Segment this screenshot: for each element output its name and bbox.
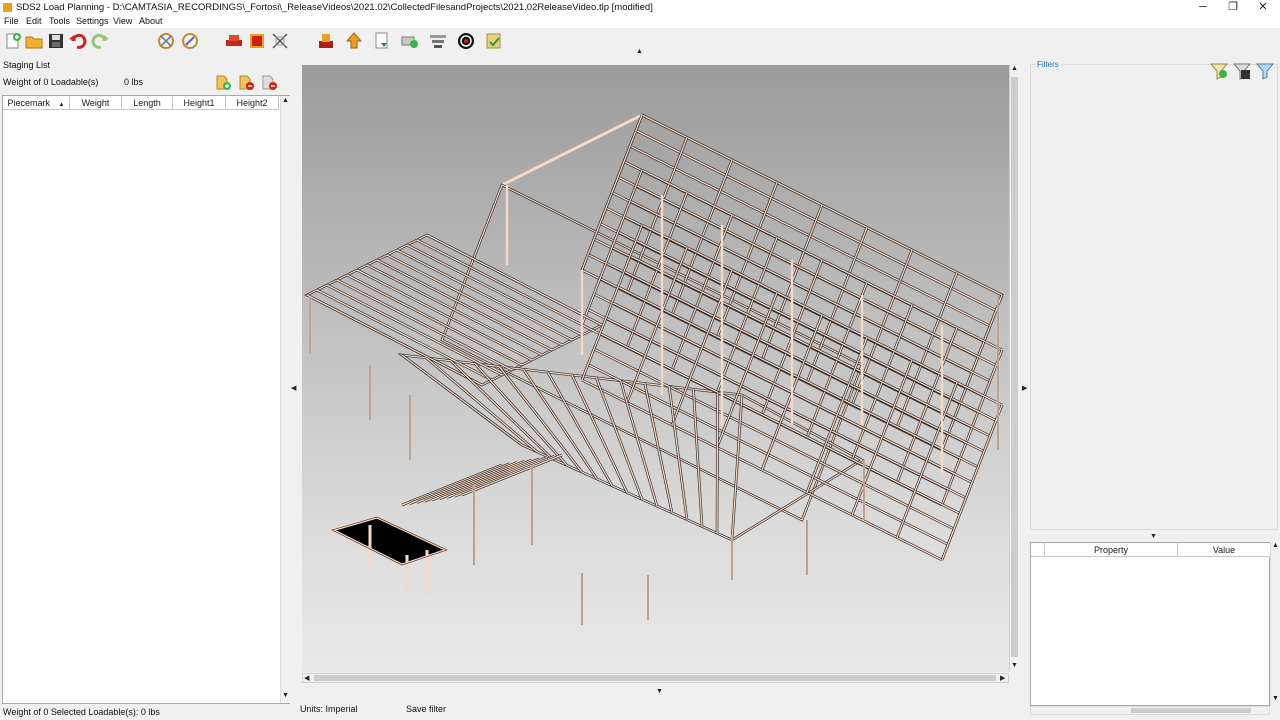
col-property[interactable]: Property <box>1045 543 1178 557</box>
properties-table[interactable]: Property Value <box>1030 542 1270 706</box>
collapse-left-icon[interactable]: ◀ <box>291 384 296 392</box>
col-piecemark-label: Piecemark <box>7 98 51 108</box>
beam <box>454 455 555 497</box>
beam <box>716 392 719 534</box>
new-icon[interactable] <box>3 31 23 51</box>
viewport-hscroll-thumb[interactable] <box>314 675 996 681</box>
lift-icon[interactable] <box>344 31 364 51</box>
scroll-up-icon[interactable]: ▲ <box>282 97 289 104</box>
add-loadable-icon[interactable] <box>214 73 232 91</box>
menu-file[interactable]: File <box>4 16 19 26</box>
staging-weight-value: 0 lbs <box>124 77 144 87</box>
close-button[interactable]: ✕ <box>1248 0 1278 15</box>
menu-settings[interactable]: Settings <box>76 16 109 26</box>
stop-icon[interactable] <box>247 31 267 51</box>
collapse-right-icon[interactable]: ▶ <box>1022 384 1027 392</box>
collapse-properties-icon[interactable]: ▼ <box>1150 533 1157 540</box>
add-truck-icon[interactable] <box>400 31 420 51</box>
steel-beams <box>306 113 1004 562</box>
window-title: SDS2 Load Planning - D:\CAMTASIA_RECORDI… <box>16 2 653 13</box>
col-value[interactable]: Value <box>1178 543 1270 557</box>
viewport-scroll-right-icon[interactable]: ▶ <box>1000 674 1005 682</box>
check-icon[interactable] <box>484 31 504 51</box>
viewport-scroll-left-icon[interactable]: ◀ <box>304 674 309 682</box>
col-weight[interactable]: Weight <box>70 96 122 110</box>
col-height2[interactable]: Height2 <box>226 96 279 110</box>
viewport-horizontal-scrollbar[interactable]: ◀ ▶ <box>302 673 1009 683</box>
beam <box>692 389 703 527</box>
beam <box>416 461 518 504</box>
viewport-scroll-up-icon[interactable]: ▲ <box>1011 65 1018 72</box>
beam <box>644 383 673 513</box>
viewport-vscroll-thumb[interactable] <box>1011 77 1018 657</box>
menu-edit[interactable]: Edit <box>26 16 42 26</box>
orbit-icon[interactable] <box>180 31 200 51</box>
properties-scroll-down-icon[interactable]: ▼ <box>1272 695 1279 702</box>
col-height1[interactable]: Height1 <box>173 96 226 110</box>
add-filter-icon[interactable] <box>1209 61 1229 81</box>
fit-icon[interactable] <box>270 31 290 51</box>
staging-list-label: Staging List <box>3 60 51 70</box>
app-icon <box>3 3 12 12</box>
properties-hscroll-thumb[interactable] <box>1131 708 1251 713</box>
clear-filter-icon[interactable] <box>1255 61 1275 81</box>
status-units: Units: Imperial <box>300 704 358 714</box>
prop-row-header <box>1031 543 1045 557</box>
beam <box>731 394 743 541</box>
menu-bar: File Edit Tools Settings View About <box>0 15 1280 28</box>
col-piecemark[interactable]: Piecemark ▲ <box>3 96 70 110</box>
sort-ascending-icon: ▲ <box>58 102 65 108</box>
menu-view[interactable]: View <box>113 16 132 26</box>
staging-table[interactable]: Piecemark ▲ Weight Length Height1 Height… <box>2 95 290 704</box>
properties-vertical-scrollbar[interactable]: ▲ ▼ <box>1270 542 1279 706</box>
save-icon[interactable] <box>46 31 66 51</box>
beam <box>401 354 523 446</box>
collapse-top-icon[interactable]: ▲ <box>636 48 643 55</box>
properties-scroll-up-icon[interactable]: ▲ <box>1272 542 1279 549</box>
scroll-down-icon[interactable]: ▼ <box>282 692 289 699</box>
col-length[interactable]: Length <box>122 96 173 110</box>
document-icon[interactable] <box>372 31 392 51</box>
viewport-scroll-down-icon[interactable]: ▼ <box>1011 662 1018 669</box>
beam <box>431 459 533 501</box>
staging-vertical-scrollbar[interactable]: ▲ ▼ <box>280 96 290 703</box>
staging-weight-label: Weight of 0 Loadable(s) <box>3 77 99 87</box>
save-filter-link[interactable]: Save filter <box>406 704 446 714</box>
open-folder-icon[interactable] <box>24 31 44 51</box>
beam <box>439 458 540 500</box>
minimize-button[interactable]: ─ <box>1188 0 1218 15</box>
load-truck-icon[interactable] <box>224 31 244 51</box>
viewport-vertical-scrollbar[interactable]: ▲ ▼ <box>1009 65 1019 672</box>
model-viewport[interactable] <box>302 65 1009 672</box>
remove-loadable-icon[interactable] <box>237 73 255 91</box>
filters-label: Filters <box>1035 60 1061 69</box>
beam <box>409 463 510 505</box>
menu-tools[interactable]: Tools <box>49 16 70 26</box>
beam <box>571 374 628 493</box>
rotate-view-icon[interactable] <box>156 31 176 51</box>
restore-button[interactable]: ❐ <box>1218 0 1248 15</box>
properties-horizontal-scrollbar[interactable] <box>1030 706 1270 715</box>
target-icon[interactable] <box>456 31 476 51</box>
undo-icon[interactable] <box>68 31 88 51</box>
column-outlines <box>309 295 999 625</box>
title-bar: SDS2 Load Planning - D:\CAMTASIA_RECORDI… <box>0 0 1280 15</box>
clear-list-icon[interactable] <box>260 73 278 91</box>
settings-icon[interactable] <box>428 31 448 51</box>
toolbar: ▲ <box>0 28 1280 55</box>
redo-icon[interactable] <box>90 31 110 51</box>
place-load-icon[interactable] <box>316 31 336 51</box>
status-selected-weight: Weight of 0 Selected Loadable(s): 0 lbs <box>3 707 160 717</box>
filters-panel: Filters <box>1030 60 1278 530</box>
steel-model-drawing <box>304 113 1004 625</box>
save-filter-icon[interactable] <box>1232 61 1252 81</box>
menu-about[interactable]: About <box>139 16 163 26</box>
collapse-bottom-icon[interactable]: ▼ <box>656 688 663 695</box>
